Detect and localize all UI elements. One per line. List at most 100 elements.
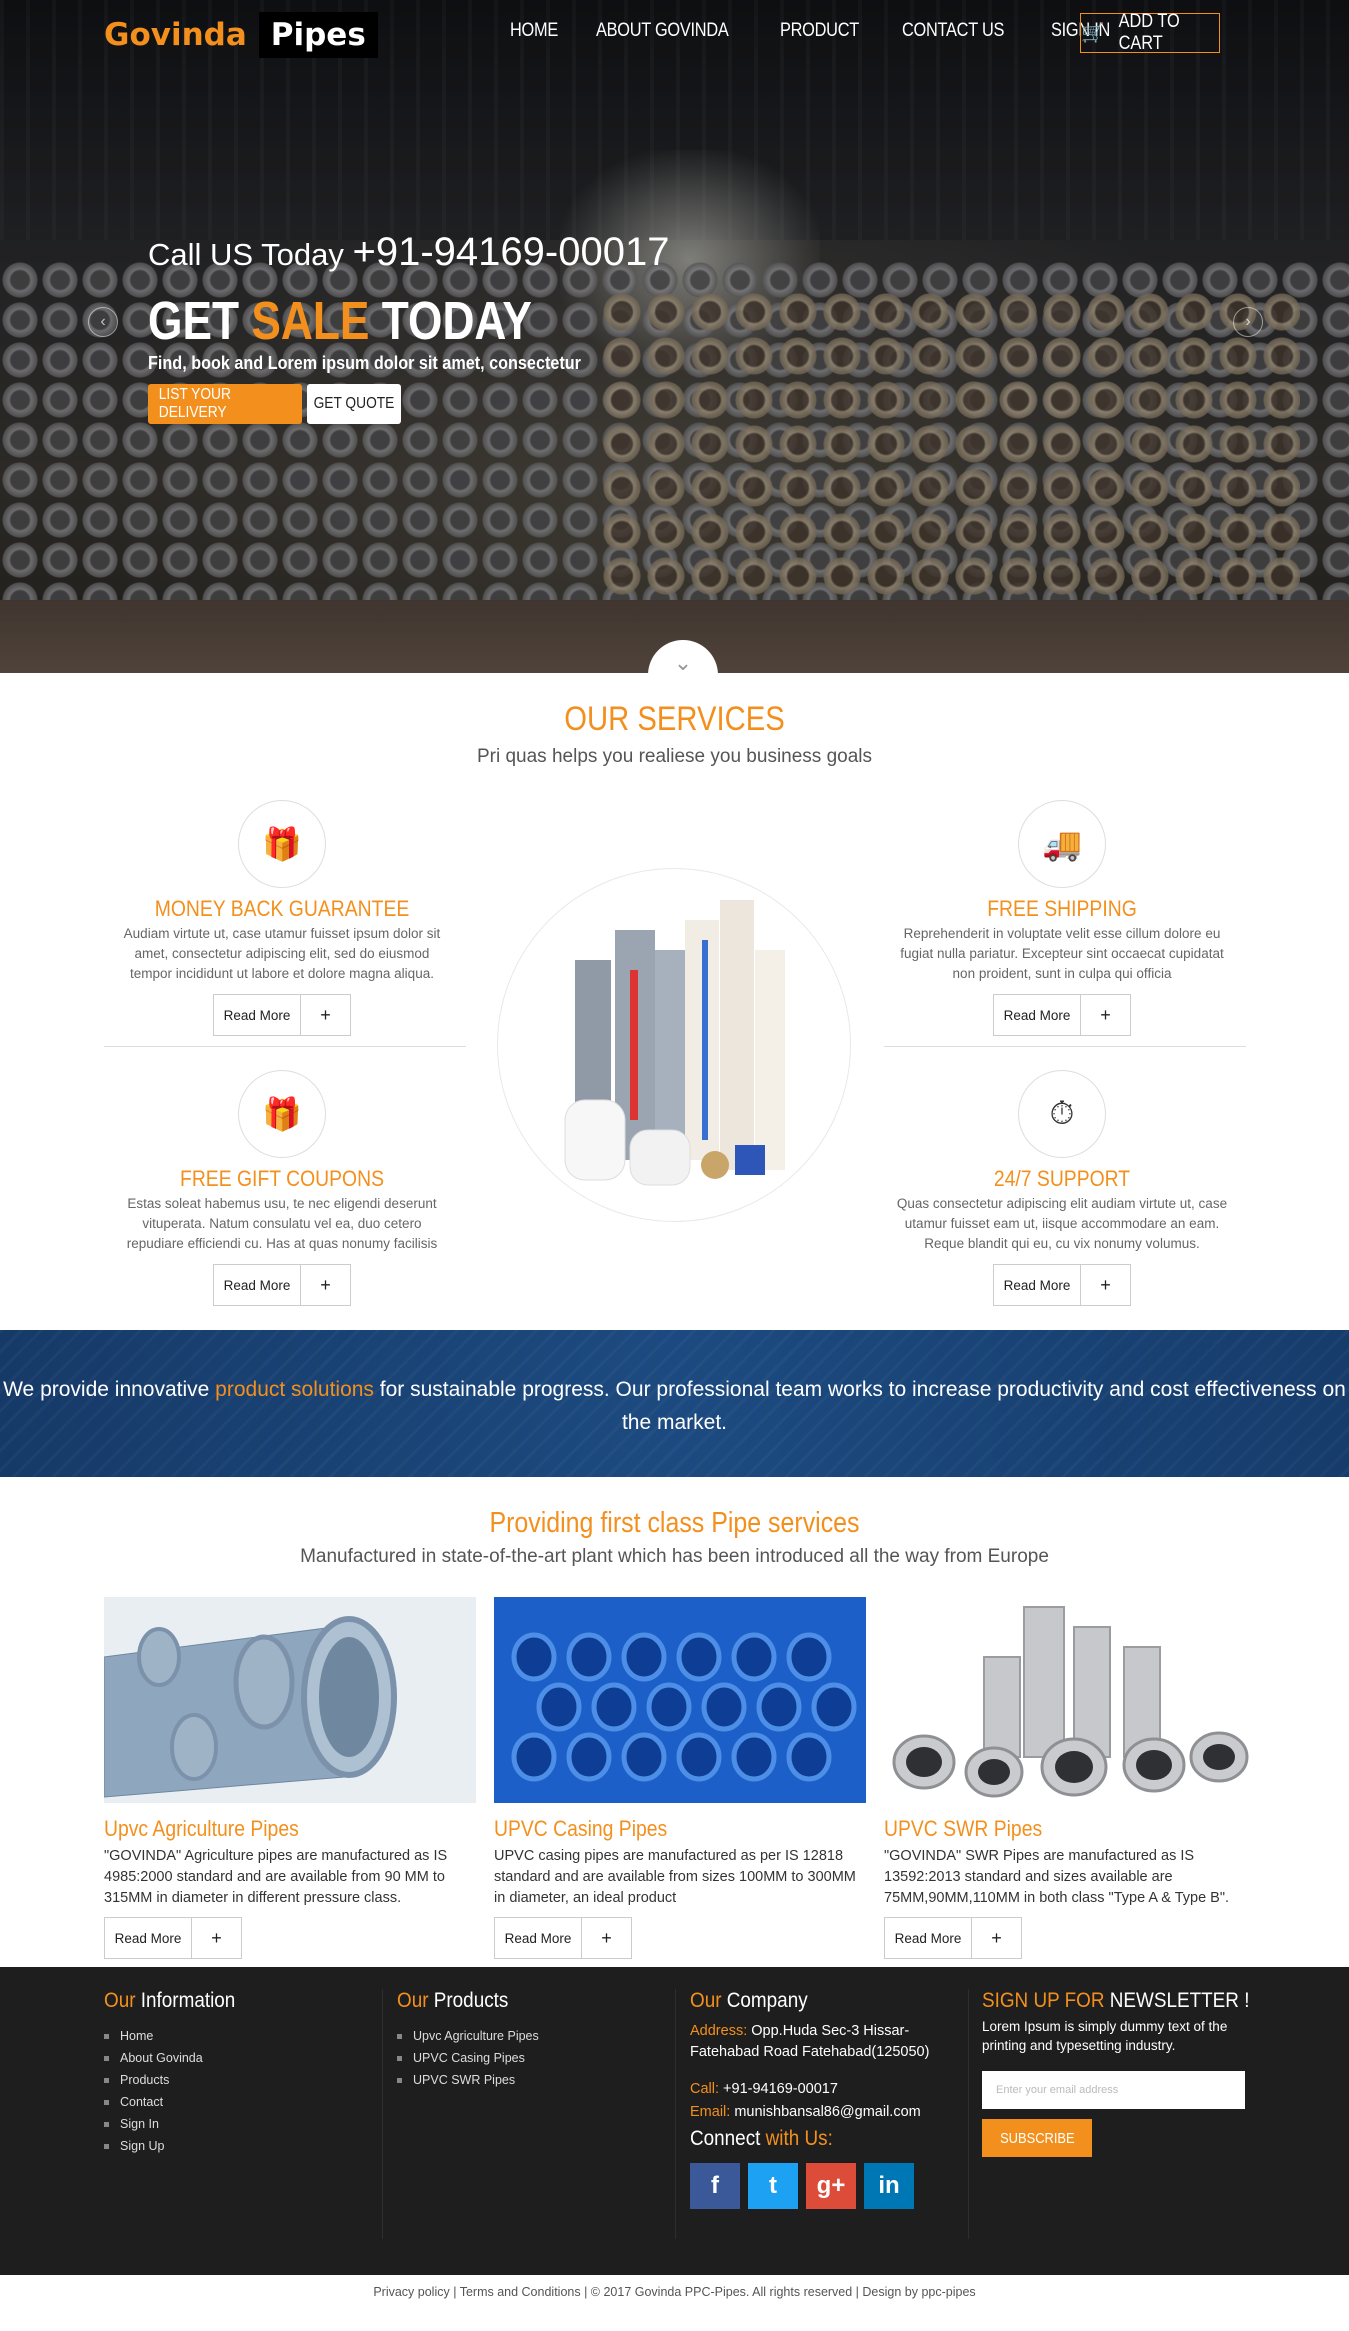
footer-address: Address: Opp.Huda Sec-3 Hissar-Fatehabad… — [690, 2021, 950, 2063]
service-title: FREE GIFT COUPONS — [179, 1166, 385, 1191]
footer-info-title-a: Our — [104, 1989, 136, 2012]
gift-icon: 🎁 — [238, 800, 326, 888]
banner-text-after: for sustainable progress. Our profession… — [373, 1378, 1346, 1434]
social-links: f t g+ in — [690, 2163, 950, 2209]
connect-a: Connect — [690, 2127, 761, 2150]
plus-button[interactable]: + — [1081, 994, 1131, 1036]
footer-company: Our Company Address: Opp.Huda Sec-3 Hiss… — [690, 1989, 950, 2209]
footer-link-swr[interactable]: UPVC SWR Pipes — [397, 2069, 539, 2091]
footer-call: Call: +91-94169-00017 — [690, 2079, 950, 2100]
footer-products-title-a: Our — [397, 1989, 429, 2012]
product-text: "GOVINDA" SWR Pipes are manufactured as … — [884, 1848, 1230, 1906]
product-title[interactable]: UPVC SWR Pipes — [884, 1816, 1211, 1842]
read-more-button[interactable]: Read More — [993, 994, 1081, 1036]
slider-next-icon[interactable]: › — [1233, 307, 1263, 337]
list-delivery-label: LIST YOUR DELIVERY — [158, 386, 231, 421]
plus-button[interactable]: + — [972, 1917, 1022, 1959]
hero-slider: Govinda Pipes HOME ABOUT GOVINDA PRODUCT… — [0, 0, 1349, 673]
read-more-button[interactable]: Read More — [494, 1917, 582, 1959]
footer-company-title-a: Our — [690, 1989, 722, 2012]
read-more-button[interactable]: Read More — [213, 1264, 301, 1306]
divider — [884, 1046, 1246, 1047]
subscribe-button[interactable]: SUBSCRIBE — [982, 2119, 1092, 2157]
slider-prev-icon[interactable]: ‹ — [88, 307, 118, 337]
footer-link-products[interactable]: Products — [104, 2069, 250, 2091]
footer-link-home[interactable]: Home — [104, 2025, 250, 2047]
hero-phone: +91-94169-00017 — [352, 230, 670, 274]
product-title[interactable]: Upvc Agriculture Pipes — [104, 1816, 431, 1842]
pipes-product-image — [564, 900, 785, 1186]
read-more-button[interactable]: Read More — [213, 994, 301, 1036]
read-more-button[interactable]: Read More — [993, 1264, 1081, 1306]
google-plus-icon[interactable]: g+ — [806, 2163, 856, 2209]
footer-info-title-b: Information — [135, 1989, 236, 2012]
get-quote-button[interactable]: GET QUOTE — [307, 384, 401, 424]
agriculture-pipes-image[interactable] — [103, 1597, 476, 1803]
service-text: Audiam virtute ut, case utamur fuisset i… — [123, 926, 441, 981]
read-more-button[interactable]: Read More — [104, 1917, 192, 1959]
email-label: Email: — [690, 2104, 731, 2120]
divider — [104, 1046, 466, 1047]
products-title: Providing first class Pipe services — [489, 1507, 860, 1539]
banner-text-before: We provide innovative — [3, 1378, 216, 1401]
plus-button[interactable]: + — [301, 1264, 351, 1306]
footer-link-casing[interactable]: UPVC Casing Pipes — [397, 2047, 539, 2069]
product-text: UPVC casing pipes are manufactured as pe… — [494, 1848, 856, 1906]
brand-part1: Govinda — [104, 17, 247, 53]
copyright: Privacy policy | Terms and Conditions | … — [373, 2285, 976, 2299]
call-value[interactable]: +91-94169-00017 — [719, 2081, 838, 2097]
main-nav: HOME ABOUT GOVINDA PRODUCT CONTACT US SI… — [510, 20, 1149, 42]
product-title[interactable]: UPVC Casing Pipes — [494, 1816, 821, 1842]
service-text: Quas consectetur adipiscing elit audiam … — [896, 1196, 1228, 1251]
cart-icon: 🛒 — [1081, 23, 1105, 44]
headline-get: GET — [148, 291, 240, 351]
subscribe-label: SUBSCRIBE — [999, 2129, 1075, 2147]
banner-highlight[interactable]: product solutions — [215, 1378, 374, 1401]
footer-company-title-b: Company — [721, 1989, 808, 2012]
newsletter-title-b: NEWSLETTER ! — [1104, 1989, 1250, 2012]
services-subtitle: Pri quas helps you realiese you business… — [476, 746, 872, 767]
service-title: 24/7 SUPPORT — [993, 1166, 1131, 1191]
newsletter-email-input[interactable]: Enter your email address — [982, 2071, 1245, 2109]
get-quote-label: GET QUOTE — [313, 395, 395, 412]
product-card: UPVC SWR Pipes "GOVINDA" SWR Pipes are m… — [884, 1597, 1256, 1959]
plus-button[interactable]: + — [192, 1917, 242, 1959]
hero-subtitle: Find, book and Lorem ipsum dolor sit ame… — [148, 353, 581, 373]
footer-link-about[interactable]: About Govinda — [104, 2047, 250, 2069]
plus-button[interactable]: + — [582, 1917, 632, 1959]
nav-home[interactable]: HOME — [510, 20, 558, 42]
headline-sale: SALE — [251, 291, 370, 351]
add-to-cart-button[interactable]: 🛒 ADD TO CART — [1080, 11, 1220, 54]
brand-logo[interactable]: Govinda Pipes — [104, 12, 378, 58]
nav-about[interactable]: ABOUT GOVINDA — [596, 20, 729, 42]
footer-info: Our Information Home About Govinda Produ… — [104, 1989, 250, 2157]
plus-button[interactable]: + — [1081, 1264, 1131, 1306]
headline-today: TODAY — [381, 291, 532, 351]
read-more-button[interactable]: Read More — [884, 1917, 972, 1959]
service-text: Estas soleat habemus usu, te nec eligend… — [126, 1196, 438, 1251]
linkedin-icon[interactable]: in — [864, 2163, 914, 2209]
twitter-icon[interactable]: t — [748, 2163, 798, 2209]
product-card: Upvc Agriculture Pipes "GOVINDA" Agricul… — [103, 1597, 476, 1959]
service-title: MONEY BACK GUARANTEE — [154, 896, 410, 921]
support-icon: ⏱ — [1018, 1070, 1106, 1158]
email-value[interactable]: munishbansal86@gmail.com — [730, 2104, 920, 2120]
footer: Our Information Home About Govinda Produ… — [0, 1967, 1349, 2275]
casing-pipes-image[interactable] — [494, 1597, 866, 1803]
swr-pipes-image[interactable] — [884, 1597, 1256, 1803]
service-gift-coupons: 🎁 FREE GIFT COUPONS Estas soleat habemus… — [102, 1070, 462, 1306]
service-free-shipping: 🚚 FREE SHIPPING Reprehenderit in volupta… — [882, 800, 1242, 1036]
plus-button[interactable]: + — [301, 994, 351, 1036]
list-delivery-button[interactable]: LIST YOUR DELIVERY — [148, 384, 302, 424]
promo-banner: We provide innovative product solutions … — [0, 1330, 1349, 1477]
footer-link-contact[interactable]: Contact — [104, 2091, 250, 2113]
footer-newsletter: SIGN UP FOR NEWSLETTER ! Lorem Ipsum is … — [982, 1989, 1252, 2157]
footer-link-sign-in[interactable]: Sign In — [104, 2113, 250, 2135]
facebook-icon[interactable]: f — [690, 2163, 740, 2209]
nav-product[interactable]: PRODUCT — [780, 20, 859, 42]
service-title: FREE SHIPPING — [987, 896, 1137, 921]
hero-headline: GET SALE TODAY — [148, 290, 532, 352]
nav-contact[interactable]: CONTACT US — [902, 20, 1004, 42]
footer-link-agriculture[interactable]: Upvc Agriculture Pipes — [397, 2025, 539, 2047]
footer-link-sign-up[interactable]: Sign Up — [104, 2135, 250, 2157]
